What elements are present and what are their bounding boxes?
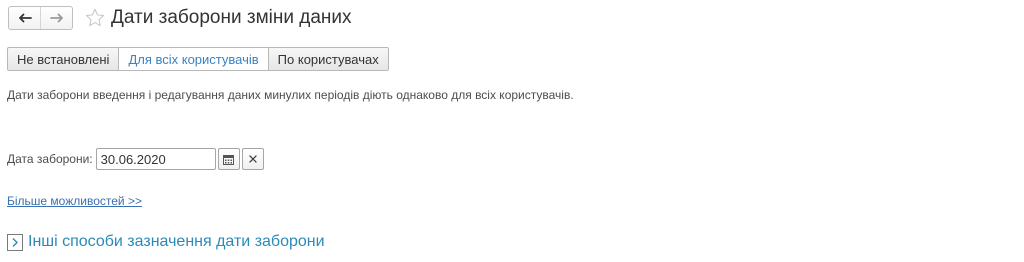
tab-all-users[interactable]: Для всіх користувачів <box>118 47 269 71</box>
arrow-right-icon <box>49 13 63 23</box>
other-methods-group-title: Інші способи зазначення дати заборони <box>28 233 325 250</box>
calendar-button[interactable] <box>217 148 240 170</box>
navigation-buttons <box>8 6 73 30</box>
arrow-left-icon <box>18 13 32 23</box>
mode-description: Дати заборони введення і редагування дан… <box>7 88 574 102</box>
clear-button[interactable] <box>241 148 264 170</box>
group-expander[interactable] <box>7 233 23 251</box>
mode-tabs: Не встановлені Для всіх користувачів По … <box>7 47 389 71</box>
chevron-right-icon <box>12 237 18 247</box>
tab-not-set[interactable]: Не встановлені <box>7 47 120 71</box>
prohibition-date-row: Дата заборони: <box>7 147 264 171</box>
tab-by-users[interactable]: По користувачах <box>267 47 389 71</box>
page-header: Дати заборони зміни даних <box>8 5 352 31</box>
clear-icon <box>248 155 257 163</box>
favorite-button[interactable] <box>83 6 107 30</box>
other-methods-group-header[interactable]: Інші способи зазначення дати заборони <box>7 232 325 252</box>
more-options-link[interactable]: Більше можливостей >> <box>7 194 142 208</box>
back-button[interactable] <box>9 7 40 29</box>
page-title: Дати заборони зміни даних <box>111 7 352 28</box>
prohibition-date-input[interactable] <box>95 148 216 170</box>
calendar-icon <box>223 154 235 165</box>
prohibition-date-label: Дата заборони: <box>7 152 93 166</box>
forward-button[interactable] <box>40 7 72 29</box>
star-icon <box>85 8 105 27</box>
